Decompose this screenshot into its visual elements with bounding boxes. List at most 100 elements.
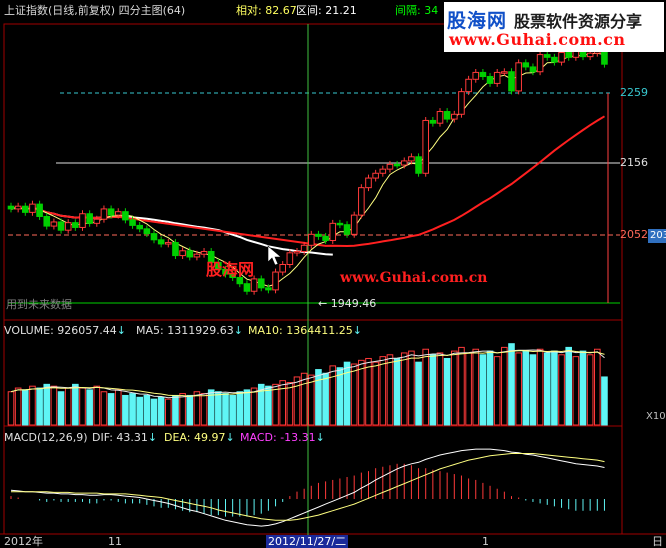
ma5-label: MA5: 1311929.63↓ <box>136 324 243 337</box>
volume-bar <box>57 391 65 426</box>
volume-bar <box>594 348 601 426</box>
price-candle <box>315 233 322 237</box>
price-candle <box>286 252 294 265</box>
ma10-label: MA10: 1364411.25↓ <box>248 324 362 337</box>
watermark-logo-cn: 股海网 <box>447 10 508 32</box>
price-candle <box>143 228 151 235</box>
volume-bar <box>465 352 472 426</box>
volume-bar <box>472 348 480 426</box>
volume-bar <box>565 346 573 426</box>
volume-bar <box>493 356 501 426</box>
cursor-date-label[interactable]: 2012/11/27/二 <box>266 535 349 548</box>
relative-label: 相对: 82.67 <box>236 4 297 17</box>
volume-bar <box>222 393 229 426</box>
volume-bar <box>172 394 179 426</box>
range-label: 区间: 21.21 <box>296 4 357 17</box>
price-candle <box>7 205 15 210</box>
axis-label-2156: 2156 <box>620 156 648 169</box>
volume-bar <box>243 389 251 426</box>
ma10-value: 1364411.25 <box>286 324 353 337</box>
volume-bar <box>293 376 301 426</box>
volume-bar <box>64 387 72 426</box>
volume-bar <box>372 361 379 426</box>
price-candle <box>565 52 573 58</box>
volume-bar <box>543 352 551 426</box>
price-candle <box>386 163 394 170</box>
volume-bar <box>86 389 93 426</box>
volume-bar <box>486 350 494 426</box>
time-axis-year: 2012年 <box>4 535 43 548</box>
price-candle <box>157 239 165 245</box>
price-candle <box>179 250 186 257</box>
volume-bar <box>458 346 465 426</box>
volume-bar <box>236 391 244 426</box>
volume-bar <box>479 354 487 426</box>
volume-bar <box>400 352 408 426</box>
price-candle <box>57 221 65 231</box>
volume-bar <box>22 389 29 426</box>
price-candle <box>136 224 143 230</box>
volume-bar <box>279 380 286 426</box>
volume-bar <box>601 376 608 426</box>
axis-label-2259: 2259 <box>620 86 648 99</box>
axis-label-2052: 2052 <box>620 228 648 241</box>
price-candle <box>257 278 265 289</box>
volume-bar <box>107 393 115 426</box>
chart-canvas[interactable] <box>0 0 666 548</box>
price-candle <box>200 250 208 255</box>
relative-value: 82.67 <box>265 4 297 17</box>
gap-value: 34 <box>424 4 439 17</box>
overlay-watermark-cn: 股海网 <box>206 260 255 279</box>
price-candle <box>436 111 444 124</box>
volume-bar <box>50 385 58 426</box>
dif-label: DIF: 43.31↓ <box>92 431 158 444</box>
price-candle <box>36 203 43 217</box>
price-candle <box>586 52 594 58</box>
low-value: 1949.46 <box>330 297 377 310</box>
volume-bar <box>429 354 437 426</box>
future-data-note: 用到未来数据 <box>6 298 72 311</box>
volume-bar <box>250 387 258 426</box>
price-candle <box>486 76 494 84</box>
volume-bar <box>114 389 122 426</box>
price-candle <box>265 287 272 291</box>
volume-bar <box>422 348 429 426</box>
dea-value: 49.97 <box>193 431 226 444</box>
price-candle <box>443 111 451 120</box>
volume-bar <box>572 356 580 426</box>
price-candle <box>279 263 286 273</box>
price-candle <box>172 242 179 257</box>
price-candle <box>114 211 122 216</box>
volume-bar <box>150 398 158 426</box>
price-candle <box>400 160 408 166</box>
price-candle <box>365 177 372 189</box>
price-candle <box>493 71 501 84</box>
volume-bar <box>265 385 272 426</box>
macd-value-label: MACD: -13.31↓ <box>240 431 325 444</box>
price-candle <box>150 233 158 241</box>
price-candle <box>107 208 115 216</box>
volume-bar <box>200 393 208 426</box>
time-axis-month-1: 1 <box>482 535 489 548</box>
volume-bar <box>7 391 15 426</box>
stock-chart-window[interactable]: 上证指数(日线,前复权) 四分主图(64) 相对: 82.67 区间: 21.2… <box>0 0 666 548</box>
volume-bar <box>79 387 86 426</box>
price-candle <box>350 214 358 235</box>
price-candle <box>501 71 508 74</box>
watermark-logo: 股海网 股票软件资源分享 www.Guhai.com.cn <box>444 2 664 52</box>
dea-label: DEA: 49.97↓ <box>164 431 235 444</box>
volume-bar <box>365 357 372 426</box>
range-value: 21.21 <box>325 4 357 17</box>
volume-bar <box>336 367 344 426</box>
price-candle <box>272 271 279 291</box>
time-axis-month-11: 11 <box>108 535 122 548</box>
volume-bar <box>558 354 565 426</box>
volume-bar <box>229 394 236 426</box>
price-candle <box>522 62 530 68</box>
price-candle <box>508 71 515 92</box>
price-candle <box>22 205 29 213</box>
volume-bar <box>529 354 537 426</box>
volume-bar <box>393 357 401 426</box>
volume-bar <box>536 348 544 426</box>
volume-bar <box>43 383 51 426</box>
